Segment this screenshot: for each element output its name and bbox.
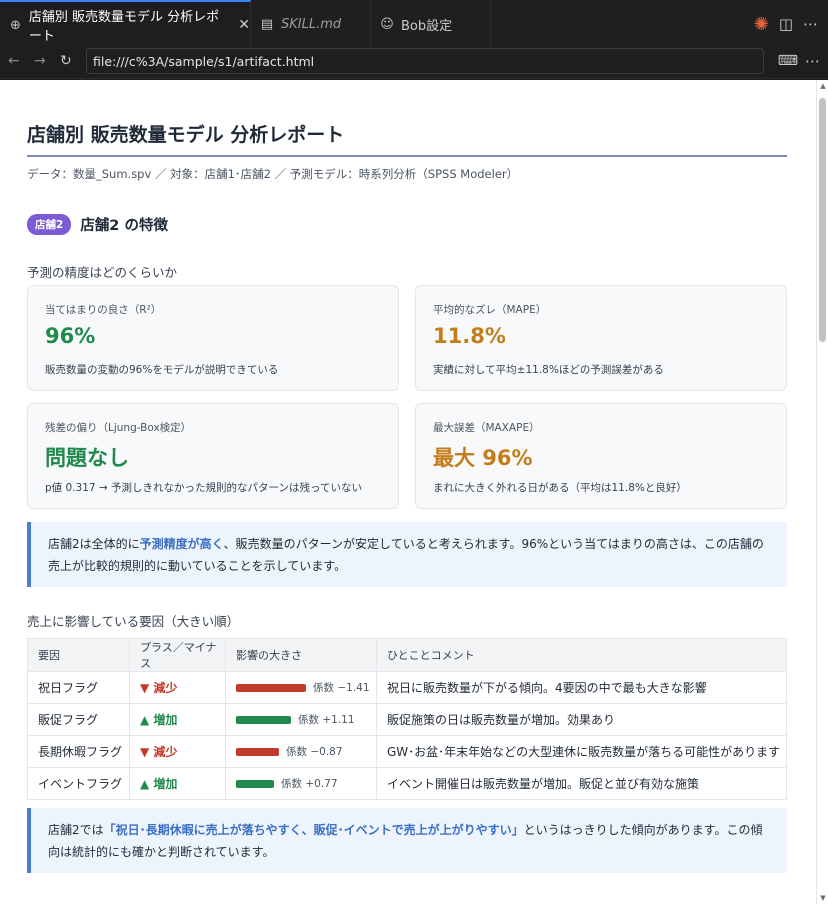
metric-description: まれに大きく外れる日がある（平均は11.8%と良好） [433,482,687,494]
table-row: 長期休暇フラグ ▼ 減少 係数 −0.87 GW･お盆･年末年始などの大型連休に販売数… [27,735,787,768]
column-header: 要因 [27,638,130,672]
close-icon[interactable]: ✕ [238,17,250,33]
markdown-file-icon: ▤ [260,16,274,32]
page-title: 店舗別 販売数量モデル 分析レポート [27,124,345,146]
metric-card-ljung-box: 残差の偏り（Ljung-Box検定） 問題なし p値 0.317 → 予測しきれ… [27,403,399,509]
vertical-scrollbar[interactable]: ▲ ▼ [816,80,828,904]
navigation-bar: ← → ↻ file:///c%3A/sample/s1/artifact.ht… [0,48,828,79]
table-header-row: 要因 プラス／マイナス 影響の大きさ ひとことコメント [27,638,787,672]
more-actions-icon[interactable]: ⋯ [803,15,818,33]
factor-name: 販促フラグ [27,703,130,736]
coefficient-label: 係数 −0.87 [286,746,343,758]
scroll-up-icon[interactable]: ▲ [818,82,828,90]
tab-label: Bob設定 [401,18,453,34]
browser-tools-icon[interactable]: ⌨ [778,53,798,69]
metric-description: 実績に対して平均±11.8%ほどの予測誤差がある [433,364,664,376]
factor-impact: 係数 −0.87 [225,735,377,768]
report-meta: データ：数量_Sum.spv ／ 対象：店舗1･店舗2 ／ 予測モデル：時系列分… [27,167,519,181]
tab-bar-actions: ✺ ◫ ⋯ [754,0,828,48]
metric-description: p値 0.317 → 予測しきれなかった規則的なパターンは残っていない [45,482,362,494]
store-heading: 店舗2 店舗2 の特徴 [27,214,168,235]
split-editor-icon[interactable]: ◫ [779,15,793,33]
table-row: 祝日フラグ ▼ 減少 係数 −1.41 祝日に販売数量が下がる傾向。4要因の中で最も大… [27,671,787,704]
scroll-down-icon[interactable]: ▼ [818,894,828,902]
factors-table-body: 祝日フラグ ▼ 減少 係数 −1.41 祝日に販売数量が下がる傾向。4要因の中で最も大… [27,671,787,800]
reload-icon[interactable]: ↻ [60,53,72,69]
factors-heading: 売上に影響している要因（大きい順） [27,614,240,629]
metric-card-r2: 当てはまりの良さ（R²） 96% 販売数量の変動の96%をモデルが説明できている [27,285,399,391]
metric-label: 当てはまりの良さ（R²） [45,304,162,316]
table-row: イベントフラグ ▲ 増加 係数 +0.77 イベント開催日は販売数量が増加。販促と並び… [27,767,787,800]
note-text: 店舗2は全体的に [48,537,140,551]
metric-card-maxape: 最大誤差（MAXAPE） 最大 96% まれに大きく外れる日がある（平均は11.… [415,403,787,509]
metric-value: 問題なし [45,446,129,470]
factor-name: 祝日フラグ [27,671,130,704]
metric-value: 11.8% [433,324,506,348]
globe-icon: ⊕ [9,17,21,33]
factor-name: 長期休暇フラグ [27,735,130,768]
factor-comment: イベント開催日は販売数量が増加。販促と並び有効な施策 [376,767,787,800]
factor-impact: 係数 +0.77 [225,767,377,800]
factor-direction: ▲ 増加 [129,703,226,736]
column-header: プラス／マイナス [129,638,226,672]
web-page: 店舗別 販売数量モデル 分析レポート データ：数量_Sum.spv ／ 対象：店… [0,80,816,904]
tab-label: SKILL.md [281,16,342,32]
factor-comment: 祝日に販売数量が下がる傾向。4要因の中で最も大きな影響 [376,671,787,704]
scrollbar-thumb[interactable] [819,98,826,342]
forward-arrow-icon[interactable]: → [34,53,46,69]
note-highlight: 「祝日･長期休暇に売上が落ちやすく、販促･イベントで売上が上がりやすい」 [103,823,524,837]
tab-skill-md[interactable]: ▤ SKILL.md [251,0,371,48]
metric-label: 平均的なズレ（MAPE） [433,304,547,316]
store-badge: 店舗2 [27,214,72,235]
bot-icon: ☺ [380,16,394,32]
column-header: 影響の大きさ [225,638,377,672]
url-input[interactable]: file:///c%3A/sample/s1/artifact.html [86,48,764,74]
factor-comment: GW･お盆･年末年始などの大型連休に販売数量が落ちる可能性があります [376,735,787,768]
impact-bar [236,779,274,788]
coefficient-label: 係数 +0.77 [281,778,338,790]
factor-impact: 係数 +1.11 [225,703,377,736]
tab-label: 店舗別 販売数量モデル 分析レポート [28,10,220,44]
impact-bar [236,747,279,756]
factor-name: イベントフラグ [27,767,130,800]
table-row: 販促フラグ ▲ 増加 係数 +1.11 販促施策の日は販売数量が増加。効果あり [27,703,787,736]
summary-note-accuracy: 店舗2は全体的に予測精度が高く、販売数量のパターンが安定していると考えられます。… [27,522,787,587]
factor-direction: ▲ 増加 [129,767,226,800]
impact-bar [236,715,291,724]
factor-direction: ▼ 減少 [129,671,226,704]
factor-comment: 販促施策の日は販売数量が増加。効果あり [376,703,787,736]
back-arrow-icon[interactable]: ← [8,53,20,69]
store-title: 店舗2 の特徴 [80,218,168,234]
metric-card-mape: 平均的なズレ（MAPE） 11.8% 実績に対して平均±11.8%ほどの予測誤差… [415,285,787,391]
factors-table: 要因 プラス／マイナス 影響の大きさ ひとことコメント 祝日フラグ ▼ 減少 係数 … [27,638,787,800]
nav-more-icon[interactable]: ⋯ [805,52,820,70]
column-header: ひとことコメント [376,638,787,672]
metric-label: 最大誤差（MAXAPE） [433,422,540,434]
impact-bar [236,683,306,692]
accuracy-heading: 予測の精度はどのくらいか [27,265,178,280]
sparkle-icon[interactable]: ✺ [754,14,769,35]
metric-description: 販売数量の変動の96%をモデルが説明できている [45,364,279,376]
tab-bob-settings[interactable]: ☺ Bob設定 [371,0,491,48]
factor-direction: ▼ 減少 [129,735,226,768]
title-divider [27,155,787,157]
metric-value: 96% [45,324,96,348]
coefficient-label: 係数 −1.41 [313,682,370,694]
note-text: 店舗2では [48,823,104,837]
factor-impact: 係数 −1.41 [225,671,377,704]
metric-label: 残差の偏り（Ljung-Box検定） [45,422,192,434]
note-highlight: 予測精度が高く [139,537,224,551]
tab-report[interactable]: ⊕ 店舗別 販売数量モデル 分析レポート ✕ [0,0,251,48]
coefficient-label: 係数 +1.11 [298,714,355,726]
summary-note-factors: 店舗2では「祝日･長期休暇に売上が落ちやすく、販促･イベントで売上が上がりやすい… [27,808,787,873]
metric-value: 最大 96% [433,446,533,470]
tab-bar: ⊕ 店舗別 販売数量モデル 分析レポート ✕ ▤ SKILL.md ☺ Bob設… [0,0,828,48]
